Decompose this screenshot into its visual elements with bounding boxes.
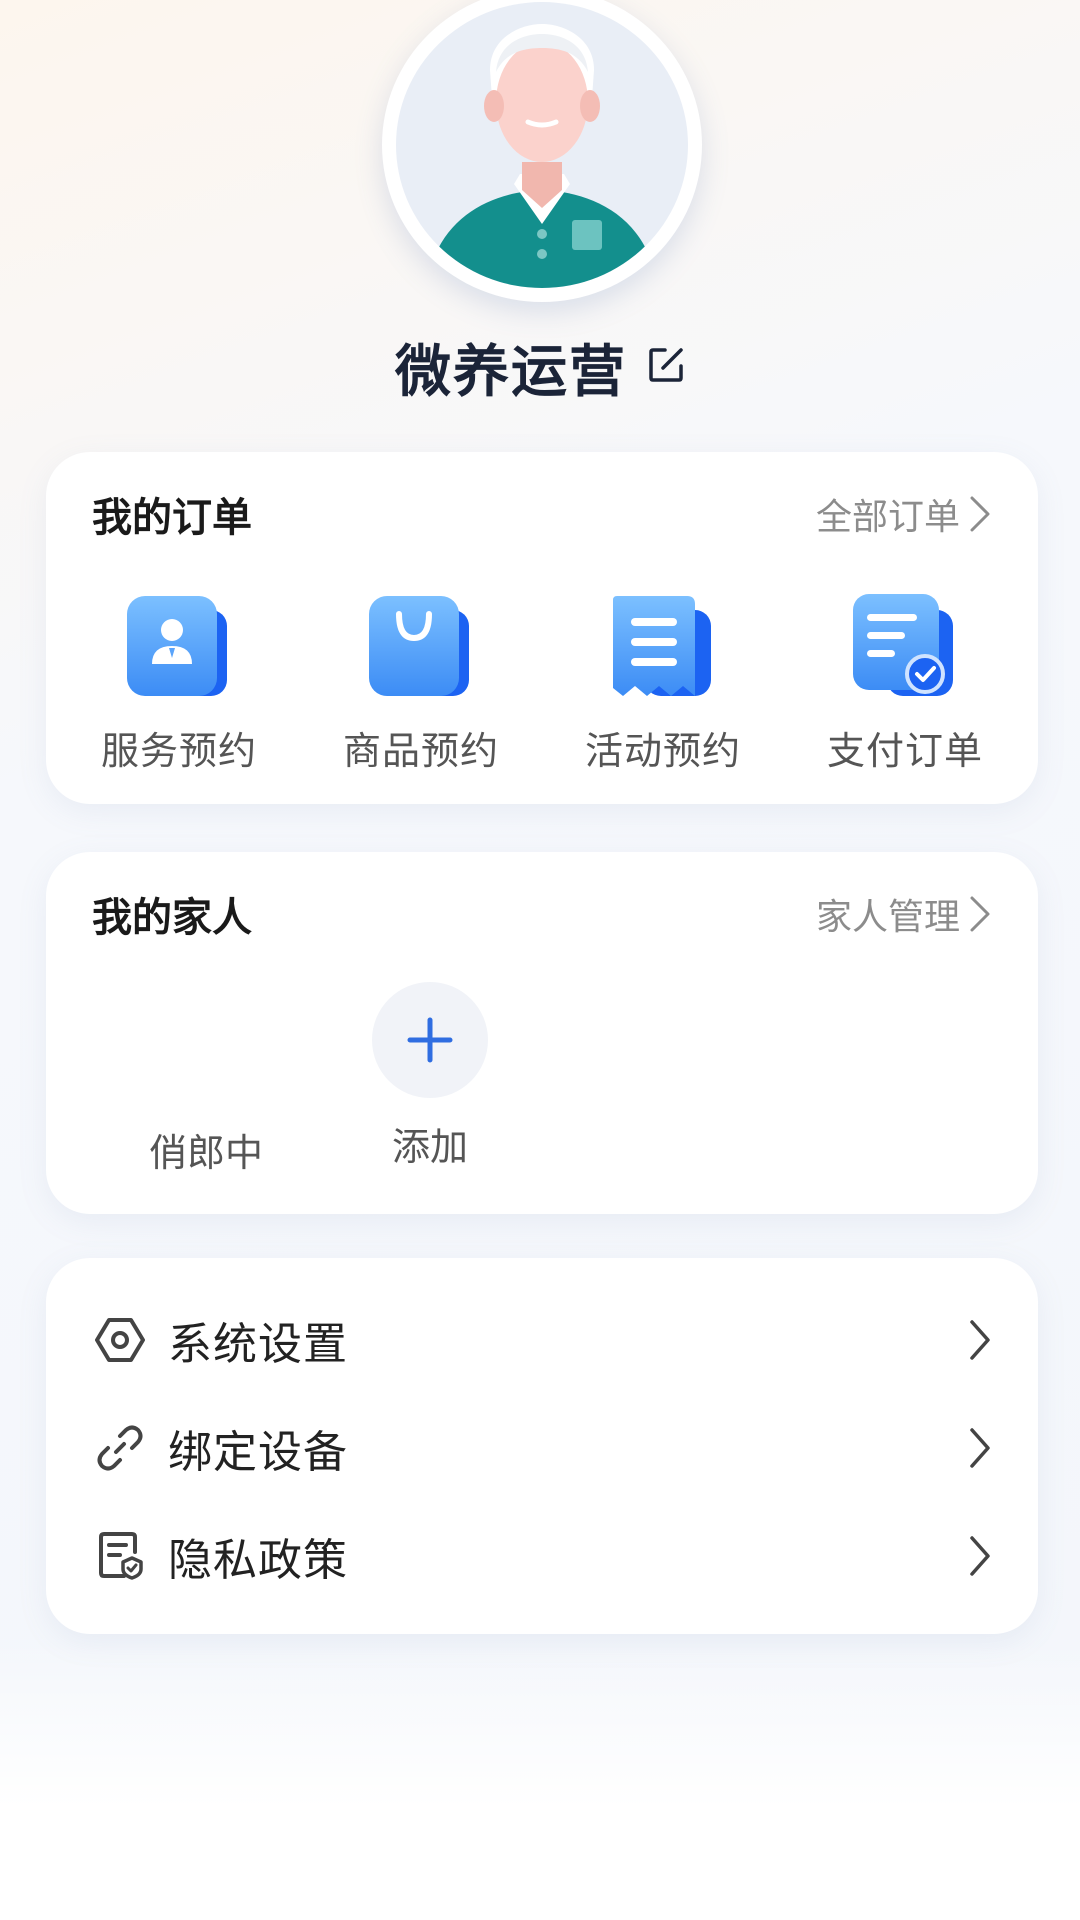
order-label-goods: 商品预约 — [342, 729, 499, 773]
menu-label-privacy-policy: 隐私政策 — [168, 1535, 348, 1586]
profile-name-row[interactable]: 微养运营 — [0, 332, 1080, 405]
chevron-right-icon — [970, 496, 990, 532]
orders-card-header: 我的订单 全部订单 — [92, 486, 992, 542]
family-member-name: 俏郎中 — [148, 1131, 263, 1175]
menu-item-system-settings[interactable]: 系统设置 — [92, 1290, 992, 1390]
order-label-service: 服务预约 — [100, 729, 257, 773]
order-item-payment[interactable]: 支付订单 — [792, 592, 1018, 775]
settings-hexagon-icon — [92, 1312, 148, 1368]
order-grid: 服务预约 商品预约 活动预约 支付订单 — [66, 592, 1018, 775]
order-item-activity[interactable]: 活动预约 — [550, 592, 776, 775]
family-row: 俏郎中 添加 — [46, 982, 1038, 1182]
person-card-icon — [119, 592, 239, 702]
shopping-bag-icon — [361, 592, 481, 702]
privacy-document-icon — [92, 1528, 148, 1584]
family-manage-link[interactable]: 家人管理 — [816, 888, 992, 940]
menu-card: 系统设置 绑定设备 隐私政策 — [46, 1258, 1038, 1634]
chevron-right-icon — [952, 1420, 992, 1476]
menu-label-system-settings: 系统设置 — [168, 1319, 348, 1370]
elderly-man-avatar-icon — [396, 2, 688, 288]
family-manage-label: 家人管理 — [815, 897, 960, 938]
add-label: 添加 — [391, 1125, 468, 1169]
orders-title: 我的订单 — [92, 495, 252, 541]
chevron-right-icon — [952, 1312, 992, 1368]
order-label-activity: 活动预约 — [584, 729, 741, 773]
menu-label-bind-device: 绑定设备 — [168, 1427, 348, 1478]
receipt-icon — [603, 592, 723, 702]
user-name: 微养运营 — [395, 339, 627, 405]
plus-icon — [407, 1017, 453, 1063]
order-item-goods[interactable]: 商品预约 — [308, 592, 534, 775]
add-circle — [372, 982, 488, 1098]
orders-card: 我的订单 全部订单 服务预约 商品预约 活动预约 支付订单 — [46, 452, 1038, 804]
edit-icon[interactable] — [647, 346, 685, 388]
add-family-member-button[interactable]: 添加 — [360, 982, 500, 1182]
order-item-service[interactable]: 服务预约 — [66, 592, 292, 775]
all-orders-label: 全部订单 — [815, 497, 960, 538]
chevron-right-icon — [952, 1528, 992, 1584]
chevron-right-icon — [970, 896, 990, 932]
payment-check-icon — [845, 592, 965, 702]
all-orders-link[interactable]: 全部订单 — [816, 488, 992, 540]
bottom-fade — [0, 1640, 1080, 1920]
order-label-payment: 支付订单 — [826, 729, 983, 773]
link-icon — [92, 1420, 148, 1476]
menu-item-bind-device[interactable]: 绑定设备 — [92, 1398, 992, 1498]
family-card-header: 我的家人 家人管理 — [92, 886, 992, 942]
family-card: 我的家人 家人管理 俏郎中 添加 — [46, 852, 1038, 1214]
family-title: 我的家人 — [92, 895, 252, 941]
family-member[interactable]: 俏郎中 — [126, 982, 286, 1182]
menu-item-privacy-policy[interactable]: 隐私政策 — [92, 1506, 992, 1606]
avatar[interactable] — [382, 0, 702, 302]
